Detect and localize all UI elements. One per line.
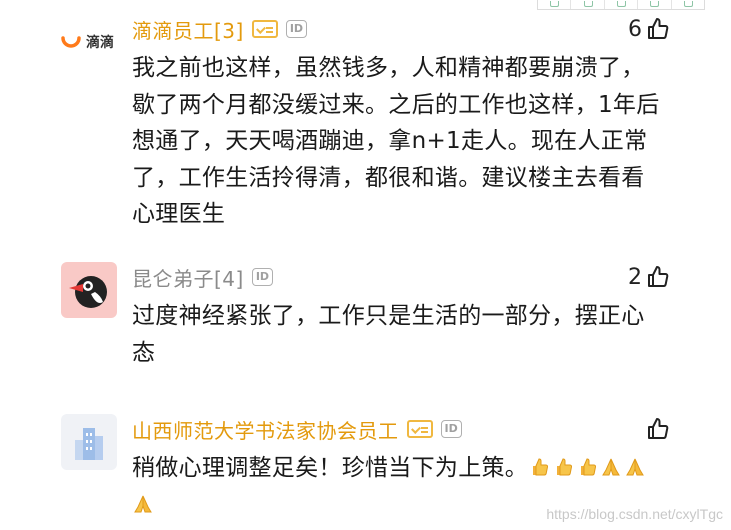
comment-text: 我之前也这样，虽然钱多，人和精神都要崩溃了，歇了两个月都没缓过来。之后的工作也这… xyxy=(132,55,660,227)
toolbar-btn-5[interactable] xyxy=(672,0,704,9)
top-toolbar xyxy=(537,0,705,10)
thumbs-up-icon[interactable] xyxy=(646,265,670,289)
toolbar-btn-4[interactable] xyxy=(638,0,672,9)
avatar[interactable] xyxy=(61,262,117,318)
like-button[interactable] xyxy=(646,414,670,444)
name-row: 山西师范大学书法家协会员工 ID xyxy=(132,414,462,444)
woodpecker-avatar-icon xyxy=(69,276,107,308)
folded-hands-emoji-icon xyxy=(600,453,622,476)
thumbs-up-emoji-icon xyxy=(528,453,550,476)
avatar[interactable] xyxy=(61,414,117,470)
like-count: 2 xyxy=(628,264,642,290)
comment-text: 过度神经紧张了，工作只是生活的一部分，摆正心态 xyxy=(132,303,645,366)
username[interactable]: 昆仑弟子[4] xyxy=(132,263,244,292)
toolbar-btn-1[interactable] xyxy=(538,0,572,9)
folded-hands-emoji-icon xyxy=(624,453,646,476)
thumbs-up-emoji-icon xyxy=(576,453,598,476)
building-avatar-icon xyxy=(75,428,103,460)
avatar-brand-text: 滴滴 xyxy=(86,35,114,51)
like-button[interactable]: 6 xyxy=(628,14,670,44)
folded-hands-emoji-icon xyxy=(132,490,154,512)
id-badge: ID xyxy=(440,420,462,438)
thumbs-up-icon[interactable] xyxy=(646,17,670,41)
toolbar-btn-2[interactable] xyxy=(571,0,605,9)
username[interactable]: 山西师范大学书法家协会员工 xyxy=(132,415,399,444)
verified-v-icon xyxy=(251,20,278,38)
name-row: 昆仑弟子[4] ID xyxy=(132,262,274,292)
comment-text-content: 稍做心理调整足矣！珍惜当下为上策。 xyxy=(132,455,529,481)
comment-item: 昆仑弟子[4] ID 2 过度神经紧张了，工作只是生活的一部分，摆正心态 xyxy=(0,262,731,382)
comment-item: 滴滴 滴滴员工[3] ID 6 我之前也这样，虽然钱多，人和精神都要崩溃了，歇了… xyxy=(0,14,731,249)
thumbs-up-icon[interactable] xyxy=(646,417,670,441)
id-badge: ID xyxy=(251,268,274,286)
thumbs-up-emoji-icon xyxy=(552,453,574,476)
didi-logo-icon xyxy=(61,36,81,48)
watermark: https://blog.csdn.net/cxylTgc xyxy=(546,506,723,522)
name-row: 滴滴员工[3] ID xyxy=(132,14,308,44)
toolbar-btn-3[interactable] xyxy=(605,0,639,9)
verified-v-icon xyxy=(406,420,433,438)
id-badge: ID xyxy=(285,20,308,38)
like-count: 6 xyxy=(628,16,642,42)
avatar[interactable]: 滴滴 xyxy=(61,22,117,62)
like-button[interactable]: 2 xyxy=(628,262,670,292)
username[interactable]: 滴滴员工[3] xyxy=(132,15,244,44)
